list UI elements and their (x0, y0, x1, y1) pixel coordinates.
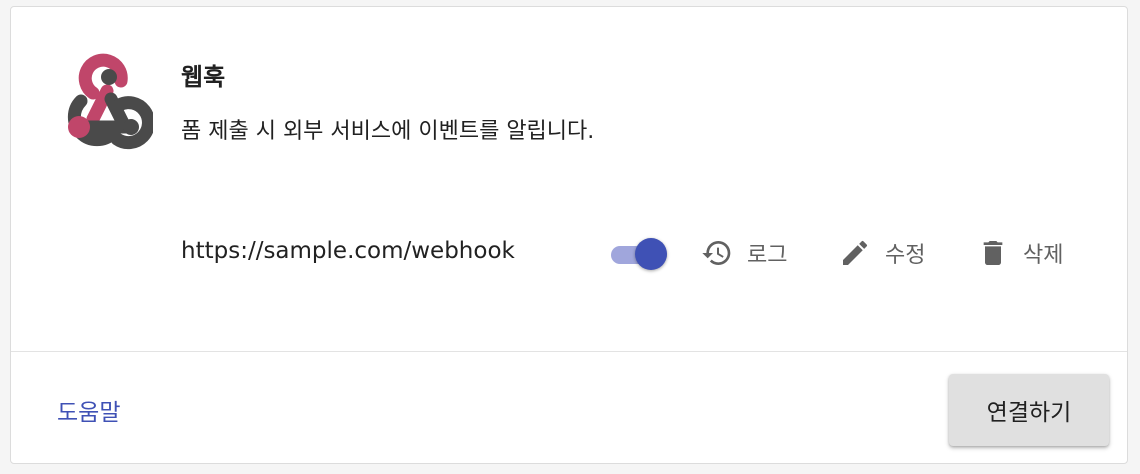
edit-button[interactable]: 수정 (839, 233, 925, 273)
connect-button[interactable]: 연결하기 (949, 374, 1109, 446)
help-link[interactable]: 도움말 (57, 393, 120, 427)
toggle-thumb (635, 238, 667, 270)
delete-button[interactable]: 삭제 (977, 233, 1063, 273)
webhook-logo-icon (49, 47, 155, 151)
webhook-url: https://sample.com/webhook (181, 238, 515, 264)
log-label: 로그 (747, 243, 788, 268)
trash-icon (977, 237, 1009, 269)
integration-description: 폼 제출 시 외부 서비스에 이벤트를 알립니다. (181, 119, 595, 144)
log-button[interactable]: 로그 (701, 233, 787, 273)
enable-toggle[interactable] (609, 236, 671, 272)
footer-divider (11, 351, 1127, 352)
pencil-icon (839, 237, 871, 269)
delete-label: 삭제 (1023, 243, 1064, 268)
webhook-card: 웹훅 폼 제출 시 외부 서비스에 이벤트를 알립니다. https://sam… (10, 6, 1128, 464)
history-icon (701, 237, 733, 269)
integration-title: 웹훅 (181, 63, 226, 91)
edit-label: 수정 (885, 243, 926, 268)
